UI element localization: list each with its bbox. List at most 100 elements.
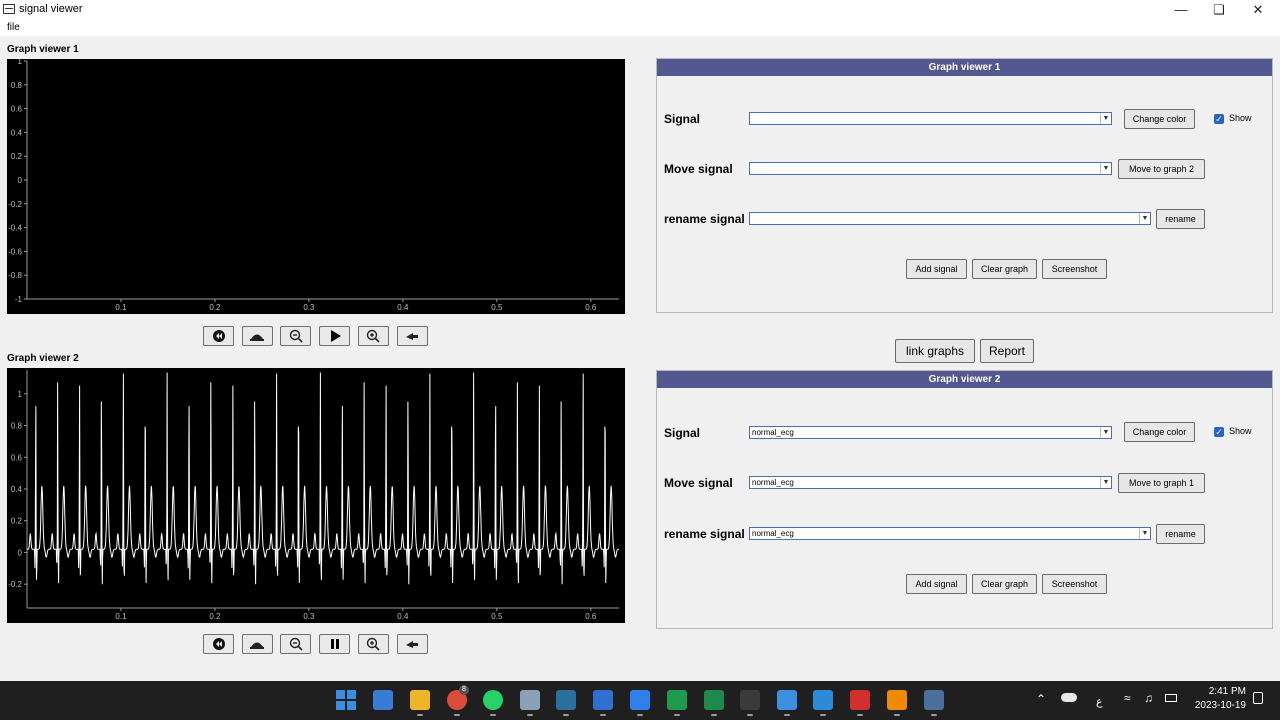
volume-icon[interactable]: ♫ (1144, 691, 1153, 705)
settings-icon[interactable] (520, 690, 540, 710)
language-indicator[interactable]: ع (1096, 695, 1103, 708)
rewind-icon (212, 330, 225, 342)
panel-2-signal-select[interactable]: normal_ecg ▼ (749, 426, 1112, 439)
running-indicator (747, 714, 753, 716)
y-tick-label: 0 (18, 176, 23, 185)
speed-up-button[interactable] (396, 634, 428, 654)
zoom-out-button[interactable] (280, 634, 312, 654)
y-tick-label: 0.2 (11, 517, 23, 526)
panel-1-clear-graph-button[interactable]: Clear graph (972, 259, 1037, 279)
panel-2-clear-graph-button[interactable]: Clear graph (972, 574, 1037, 594)
panel-1-move-button[interactable]: Move to graph 2 (1118, 159, 1205, 179)
panel-1-rename-select[interactable]: ▼ (749, 212, 1151, 225)
y-tick-label: 0 (18, 548, 23, 557)
chrome-icon[interactable]: 8 (447, 685, 469, 710)
slow-down-icon (250, 642, 265, 649)
vscode-icon[interactable] (813, 690, 833, 710)
app-d-icon[interactable] (667, 690, 687, 710)
taskbar-apps: 8 (0, 681, 1000, 720)
rewind-button[interactable] (203, 634, 234, 654)
panel-2-signal-label: Signal (664, 426, 701, 440)
play-icon (330, 330, 341, 342)
panel-2-move-label: Move signal (664, 476, 733, 490)
start-icon[interactable] (336, 690, 356, 710)
console-icon[interactable] (740, 690, 760, 710)
graph-1-toolbar (203, 326, 429, 348)
x-tick-label: 0.1 (115, 303, 127, 312)
chevron-up-icon[interactable]: ⌃ (1036, 692, 1046, 706)
report-button[interactable]: Report (980, 339, 1034, 363)
running-indicator (820, 714, 826, 716)
x-tick-label: 0.5 (491, 612, 503, 621)
panel-2-rename-select[interactable]: normal_ecg ▼ (749, 527, 1151, 540)
chevron-down-icon: ▼ (1139, 528, 1150, 539)
acrobat-icon[interactable] (850, 690, 870, 710)
x-tick-label: 0.6 (585, 612, 597, 621)
y-tick-label: 0.8 (11, 81, 23, 90)
play-button[interactable] (319, 326, 351, 346)
panel-2-change-color-button[interactable]: Change color (1124, 422, 1195, 442)
notepad-icon[interactable] (777, 690, 797, 710)
menu-file[interactable]: file (7, 22, 20, 33)
panel-1-screenshot-button[interactable]: Screenshot (1042, 259, 1107, 279)
speed-up-button[interactable] (396, 326, 428, 346)
zoom-out-icon (289, 637, 303, 651)
whatsapp-icon[interactable] (483, 690, 503, 710)
close-icon[interactable]: ✕ (1239, 0, 1277, 20)
notification-badge: 8 (459, 685, 469, 695)
graph-viewer-2-plot[interactable]: 1 0.8 0.6 0.4 0.2 0 -0.2 0.1 0.2 0.3 0.4 0.5 0.6 (7, 368, 625, 623)
panel-2-screenshot-button[interactable]: Screenshot (1042, 574, 1107, 594)
panel-2-rename-button[interactable]: rename (1156, 524, 1205, 544)
notification-icon[interactable] (1253, 692, 1263, 704)
zoom-in-button[interactable] (357, 326, 389, 346)
slow-down-button[interactable] (241, 634, 273, 654)
zoom-out-button[interactable] (280, 326, 312, 346)
graph-viewer-1-plot[interactable]: 1 0.8 0.6 0.4 0.2 0 -0.2 -0.4 -0.6 -0.8 -1 0.1 0.2 0.… (7, 59, 625, 314)
clock-time[interactable]: 2:41 PM (1192, 686, 1246, 697)
slow-down-button[interactable] (241, 326, 273, 346)
x-tick-label: 0.2 (209, 612, 221, 621)
vlc-icon[interactable] (887, 690, 907, 710)
mail-icon[interactable] (593, 690, 613, 710)
x-tick-label: 0.3 (303, 303, 315, 312)
panel-1-signal-select[interactable]: ▼ (749, 112, 1112, 125)
panel-1-change-color-button[interactable]: Change color (1124, 109, 1195, 129)
panel-2-rename-label: rename signal (664, 527, 745, 541)
minimize-icon[interactable]: — (1162, 0, 1200, 20)
window-title: signal viewer (19, 3, 83, 15)
panel-2-move-select[interactable]: normal_ecg ▼ (749, 476, 1112, 489)
panel-2-show-checkbox[interactable]: ✓ (1214, 427, 1224, 437)
file-explorer-icon[interactable] (410, 690, 430, 710)
zoom-in-button[interactable] (357, 634, 389, 654)
calendar-icon[interactable] (630, 690, 650, 710)
excel-icon[interactable] (704, 690, 724, 710)
panel-2-move-button[interactable]: Move to graph 1 (1118, 473, 1205, 493)
panel-1-add-signal-button[interactable]: Add signal (906, 259, 967, 279)
panel-2-show-label: Show (1229, 426, 1252, 436)
clock-date[interactable]: 2023-10-19 (1186, 700, 1246, 711)
zoom-in-icon (367, 329, 380, 343)
rewind-button[interactable] (203, 326, 234, 346)
python-icon[interactable] (924, 690, 944, 710)
running-indicator (711, 714, 717, 716)
onedrive-icon[interactable] (1061, 693, 1077, 702)
link-graphs-button[interactable]: link graphs (895, 339, 975, 363)
panel-1-move-label: Move signal (664, 162, 733, 176)
graph-viewer-2-label: Graph viewer 2 (7, 353, 79, 364)
panel-1-move-select[interactable]: ▼ (749, 162, 1112, 175)
store-icon[interactable] (373, 690, 393, 710)
ecg-series-line (27, 372, 619, 585)
panel-1-rename-button[interactable]: rename (1156, 209, 1205, 229)
battery-icon[interactable] (1165, 694, 1177, 702)
graph-viewer-1-label: Graph viewer 1 (7, 44, 79, 55)
panel-1-show-checkbox[interactable]: ✓ (1214, 114, 1224, 124)
restore-icon[interactable]: ❏ (1200, 0, 1238, 20)
panel-2-add-signal-button[interactable]: Add signal (906, 574, 967, 594)
x-tick-label: 0.4 (397, 612, 409, 621)
wifi-icon[interactable]: ≈ (1124, 691, 1131, 705)
panel-1-show-label: Show (1229, 113, 1252, 123)
terminal-icon[interactable] (556, 690, 576, 710)
zoom-in-icon (367, 637, 380, 651)
pause-button[interactable] (319, 634, 351, 654)
speed-up-icon (406, 641, 418, 648)
